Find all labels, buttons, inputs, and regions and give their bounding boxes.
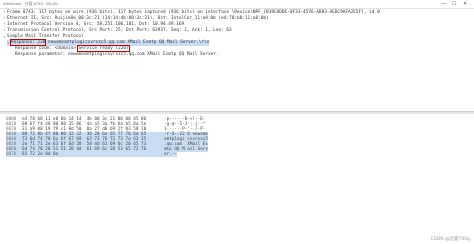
packet-bytes-pane: 0000 e4 70 b8 11 e8 0b 14 14 4b 00 3c 21 …	[0, 115, 474, 242]
tree-item-label: Transmission Control Protocol, Src Port:…	[7, 28, 232, 33]
close-button[interactable]: ✕	[463, 1, 467, 7]
response-highlight: Response: 220	[9, 39, 47, 46]
tree-item-label: Internet Protocol Version 4, Src: 58.251…	[7, 22, 185, 27]
tree-item-label: Response code: <domain>	[15, 46, 79, 51]
maximize-button[interactable]: ☐	[452, 1, 456, 7]
pane-splitter[interactable]	[0, 111, 474, 114]
tree-item-label: newxmesmtplogicsvrszc5.qq.com XMail Esmt…	[45, 40, 210, 45]
tree-item-label: Ethernet II, Src: Ruijie8e_00:3c:21 (14:…	[7, 16, 269, 21]
tree-item-label: Response parameter: newxmesmtplogicsvrsz…	[15, 52, 219, 57]
hex-bytes: 65 72 2e 0d 0a	[22, 152, 59, 157]
bytes-row[interactable]: 0070 65 72 2e 0d 0a er.··	[6, 152, 177, 157]
packet-details-pane: ›Frame 8743: 117 bytes on wire (936 bits…	[0, 9, 474, 110]
tree-item-response-parameter[interactable]: Response parameter: newxmesmtplogicsvrsz…	[15, 52, 219, 58]
tree-item-label: Simple Mail Transfer Protocol	[7, 34, 84, 39]
watermark-text: CSDN @念夏700g	[430, 237, 470, 242]
byte-offset: 0070	[6, 152, 17, 157]
window-titlebar: Wireshark · 分组 8743 · WLAN — ☐ ✕	[0, 0, 474, 9]
window-title: Wireshark · 分组 8743 · WLAN	[3, 1, 58, 6]
tree-item-label: Frame 8743: 117 bytes on wire (936 bits)…	[7, 10, 380, 15]
ascii-bytes: er.··	[164, 152, 177, 157]
minimize-button[interactable]: —	[441, 1, 446, 7]
response-code-highlight: Service ready (220)	[77, 45, 130, 52]
